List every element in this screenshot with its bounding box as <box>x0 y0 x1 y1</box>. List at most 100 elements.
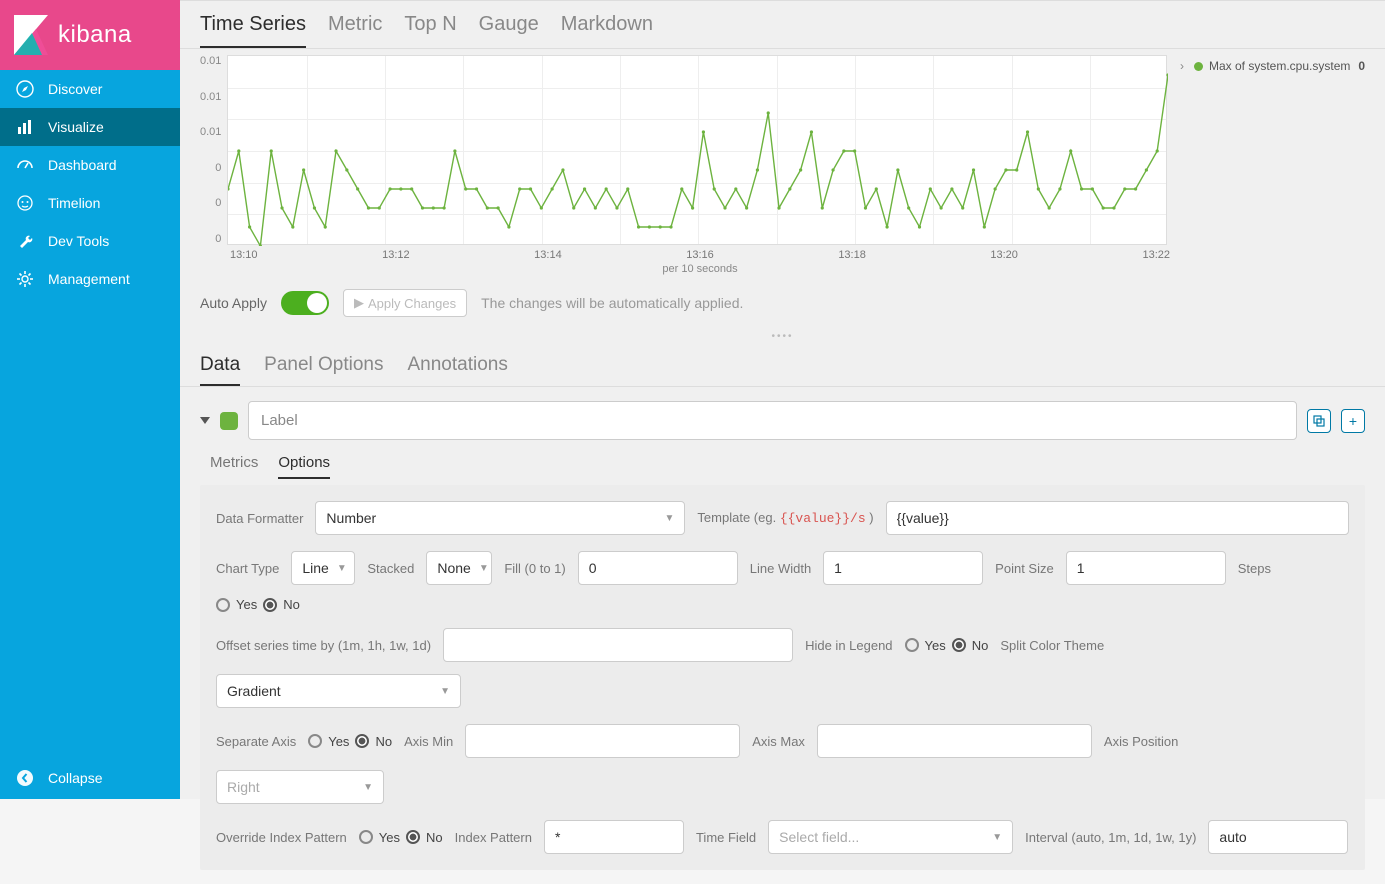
chart-area: 0.01 0.01 0.01 0 0 0 13:10 13:12 13:14 1… <box>180 49 1385 279</box>
radio-hide-legend-no[interactable] <box>952 638 966 652</box>
tab-top-n[interactable]: Top N <box>404 13 456 48</box>
select-chart-type[interactable]: Line▼ <box>291 551 355 585</box>
sidebar-item-label: Visualize <box>48 119 104 135</box>
apply-changes-button[interactable]: ▶ Apply Changes <box>343 289 467 317</box>
label-data-formatter: Data Formatter <box>216 511 303 526</box>
bar-chart-icon <box>16 118 34 136</box>
select-time-field[interactable]: Select field...▼ <box>768 820 1013 854</box>
label-chart-type: Chart Type <box>216 561 279 576</box>
input-axis-min[interactable] <box>465 724 740 758</box>
radio-separate-axis: Yes No <box>308 734 392 749</box>
label-axis-position: Axis Position <box>1104 734 1178 749</box>
select-stacked[interactable]: None▼ <box>426 551 492 585</box>
input-fill[interactable] <box>578 551 738 585</box>
tab-annotations[interactable]: Annotations <box>408 354 508 386</box>
sidebar-item-visualize[interactable]: Visualize <box>0 108 180 146</box>
auto-apply-note: The changes will be automatically applie… <box>481 295 743 311</box>
auto-apply-label: Auto Apply <box>200 295 267 311</box>
radio-separate-axis-yes[interactable] <box>308 734 322 748</box>
legend-value: 0 <box>1358 59 1365 73</box>
logo[interactable]: kibana <box>0 0 180 70</box>
lion-icon <box>16 194 34 212</box>
sidebar-item-devtools[interactable]: Dev Tools <box>0 222 180 260</box>
select-split-color[interactable]: Gradient▼ <box>216 674 461 708</box>
radio-steps-yes[interactable] <box>216 598 230 612</box>
x-axis-sublabel: per 10 seconds <box>230 261 1170 275</box>
kibana-logo-icon <box>14 15 48 55</box>
sidebar-item-timelion[interactable]: Timelion <box>0 184 180 222</box>
gauge-icon <box>16 156 34 174</box>
sidebar-item-label: Dashboard <box>48 157 117 173</box>
config-tabs: Data Panel Options Annotations <box>180 342 1385 387</box>
radio-steps: Yes No <box>216 597 300 612</box>
radio-override-index-yes[interactable] <box>359 830 373 844</box>
chevron-down-icon: ▼ <box>337 563 347 574</box>
subtab-options[interactable]: Options <box>278 454 330 479</box>
input-index-pattern[interactable] <box>544 820 684 854</box>
compass-icon <box>16 80 34 98</box>
label-fill: Fill (0 to 1) <box>504 561 565 576</box>
tab-panel-options[interactable]: Panel Options <box>264 354 383 386</box>
chevron-down-icon: ▼ <box>479 563 489 574</box>
clone-series-button[interactable] <box>1307 409 1331 433</box>
sidebar-item-label: Discover <box>48 81 102 97</box>
label-point-size: Point Size <box>995 561 1054 576</box>
logo-text: kibana <box>58 21 132 49</box>
sidebar-item-discover[interactable]: Discover <box>0 70 180 108</box>
label-stacked: Stacked <box>367 561 414 576</box>
input-axis-max[interactable] <box>817 724 1092 758</box>
radio-separate-axis-no[interactable] <box>355 734 369 748</box>
tab-time-series[interactable]: Time Series <box>200 13 306 48</box>
sidebar-item-dashboard[interactable]: Dashboard <box>0 146 180 184</box>
radio-steps-no[interactable] <box>263 598 277 612</box>
add-series-button[interactable]: + <box>1341 409 1365 433</box>
legend-label: Max of system.cpu.system <box>1209 59 1350 73</box>
label-template: Template (eg. {{value}}/s ) <box>697 510 873 526</box>
tab-markdown[interactable]: Markdown <box>561 13 653 48</box>
label-time-field: Time Field <box>696 830 756 845</box>
input-template[interactable] <box>886 501 1349 535</box>
label-interval: Interval (auto, 1m, 1d, 1w, 1y) <box>1025 830 1196 845</box>
chevron-down-icon: ▼ <box>363 782 373 793</box>
radio-hide-legend-yes[interactable] <box>905 638 919 652</box>
series-label-input[interactable] <box>248 401 1297 440</box>
series-color-dot <box>1194 62 1203 71</box>
sidebar-item-management[interactable]: Management <box>0 260 180 298</box>
visualization-type-tabs: Time Series Metric Top N Gauge Markdown <box>180 1 1385 49</box>
label-offset: Offset series time by (1m, 1h, 1w, 1d) <box>216 638 431 653</box>
series-sub-tabs: Metrics Options <box>200 440 1365 479</box>
auto-apply-bar: Auto Apply ▶ Apply Changes The changes w… <box>180 279 1385 331</box>
input-interval[interactable] <box>1208 820 1348 854</box>
radio-hide-legend: Yes No <box>905 638 989 653</box>
tab-data[interactable]: Data <box>200 354 240 386</box>
label-hide-legend: Hide in Legend <box>805 638 892 653</box>
select-data-formatter[interactable]: Number▼ <box>315 501 685 535</box>
sidebar-item-label: Dev Tools <box>48 233 109 249</box>
subtab-metrics[interactable]: Metrics <box>210 454 258 479</box>
wrench-icon <box>16 232 34 250</box>
sidebar-item-label: Management <box>48 271 130 287</box>
collapse-series-icon[interactable] <box>200 417 210 424</box>
series-header: + <box>200 401 1365 440</box>
auto-apply-toggle[interactable] <box>281 291 329 315</box>
line-plot[interactable] <box>227 55 1167 245</box>
tab-gauge[interactable]: Gauge <box>479 13 539 48</box>
legend-item[interactable]: › Max of system.cpu.system 0 <box>1180 59 1365 73</box>
legend: › Max of system.cpu.system 0 <box>1170 55 1375 275</box>
resize-handle[interactable]: •••• <box>180 331 1385 342</box>
collapse-button[interactable]: Collapse <box>0 757 180 799</box>
label-index-pattern: Index Pattern <box>455 830 532 845</box>
label-split-color: Split Color Theme <box>1000 638 1104 653</box>
input-offset[interactable] <box>443 628 793 662</box>
sidebar-item-label: Timelion <box>48 195 100 211</box>
input-line-width[interactable] <box>823 551 983 585</box>
input-point-size[interactable] <box>1066 551 1226 585</box>
series-panel: + Metrics Options Data Formatter Number▼… <box>180 387 1385 884</box>
tab-metric[interactable]: Metric <box>328 13 382 48</box>
series-color-picker[interactable] <box>220 412 238 430</box>
label-axis-max: Axis Max <box>752 734 805 749</box>
gear-icon <box>16 270 34 288</box>
sidebar: kibana Discover Visualize Dashboard Time… <box>0 0 180 799</box>
chevron-down-icon: ▼ <box>665 513 675 524</box>
radio-override-index-no[interactable] <box>406 830 420 844</box>
